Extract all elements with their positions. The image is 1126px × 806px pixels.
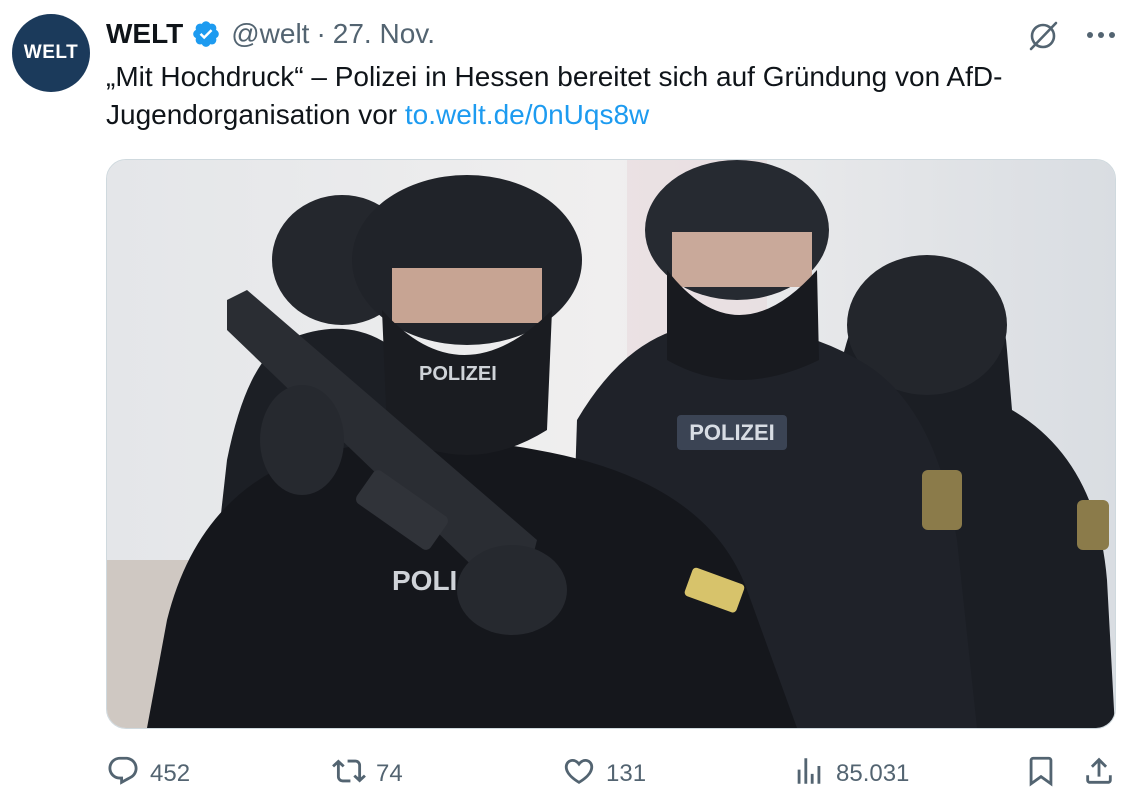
reply-count: 452 — [150, 760, 191, 787]
repost-button[interactable]: 74 — [332, 752, 403, 796]
avatar-text: WELT — [23, 42, 79, 63]
more-icon[interactable] — [1086, 30, 1116, 40]
tweet: WELT WELT @welt · 27. Nov. „Mit Hochdruc… — [0, 0, 1126, 806]
bookmark-button[interactable] — [1024, 752, 1058, 796]
author-handle[interactable]: @welt — [231, 18, 309, 50]
separator: · — [316, 18, 326, 49]
reply-button[interactable]: 452 — [106, 752, 190, 796]
reply-icon — [106, 754, 140, 795]
police-photo: POLIZEI POLIZEI POLI — [107, 160, 1115, 728]
uniform-text-chest: POLI — [392, 565, 457, 596]
views-icon — [792, 754, 826, 795]
bookmark-icon — [1024, 754, 1058, 795]
repost-icon — [332, 754, 366, 795]
views-count: 85.031 — [836, 760, 910, 787]
tweet-header: WELT @welt · 27. Nov. — [106, 14, 435, 54]
verified-badge-icon — [191, 19, 221, 49]
repost-count: 74 — [376, 760, 403, 787]
share-button[interactable] — [1082, 752, 1116, 796]
uniform-text-middle: POLIZEI — [689, 420, 775, 445]
like-count: 131 — [606, 760, 647, 787]
share-icon — [1082, 754, 1116, 795]
views-button[interactable]: 85.031 — [792, 752, 909, 796]
tweet-text: „Mit Hochdruck“ – Polizei in Hessen bere… — [106, 58, 1106, 134]
author-name[interactable]: WELT — [106, 18, 183, 50]
top-right-actions — [1026, 18, 1116, 52]
grok-icon[interactable] — [1026, 18, 1060, 52]
like-icon — [562, 754, 596, 795]
action-bar: 452 74 131 85.031 — [106, 752, 1116, 796]
tweet-image[interactable]: POLIZEI POLIZEI POLI — [106, 159, 1116, 729]
avatar[interactable]: WELT — [12, 14, 90, 92]
tweet-date[interactable]: 27. Nov. — [333, 18, 435, 50]
uniform-text-mask: POLIZEI — [419, 363, 497, 385]
like-button[interactable]: 131 — [562, 752, 646, 796]
tweet-link[interactable]: to.welt.de/0nUqs8w — [405, 99, 649, 130]
